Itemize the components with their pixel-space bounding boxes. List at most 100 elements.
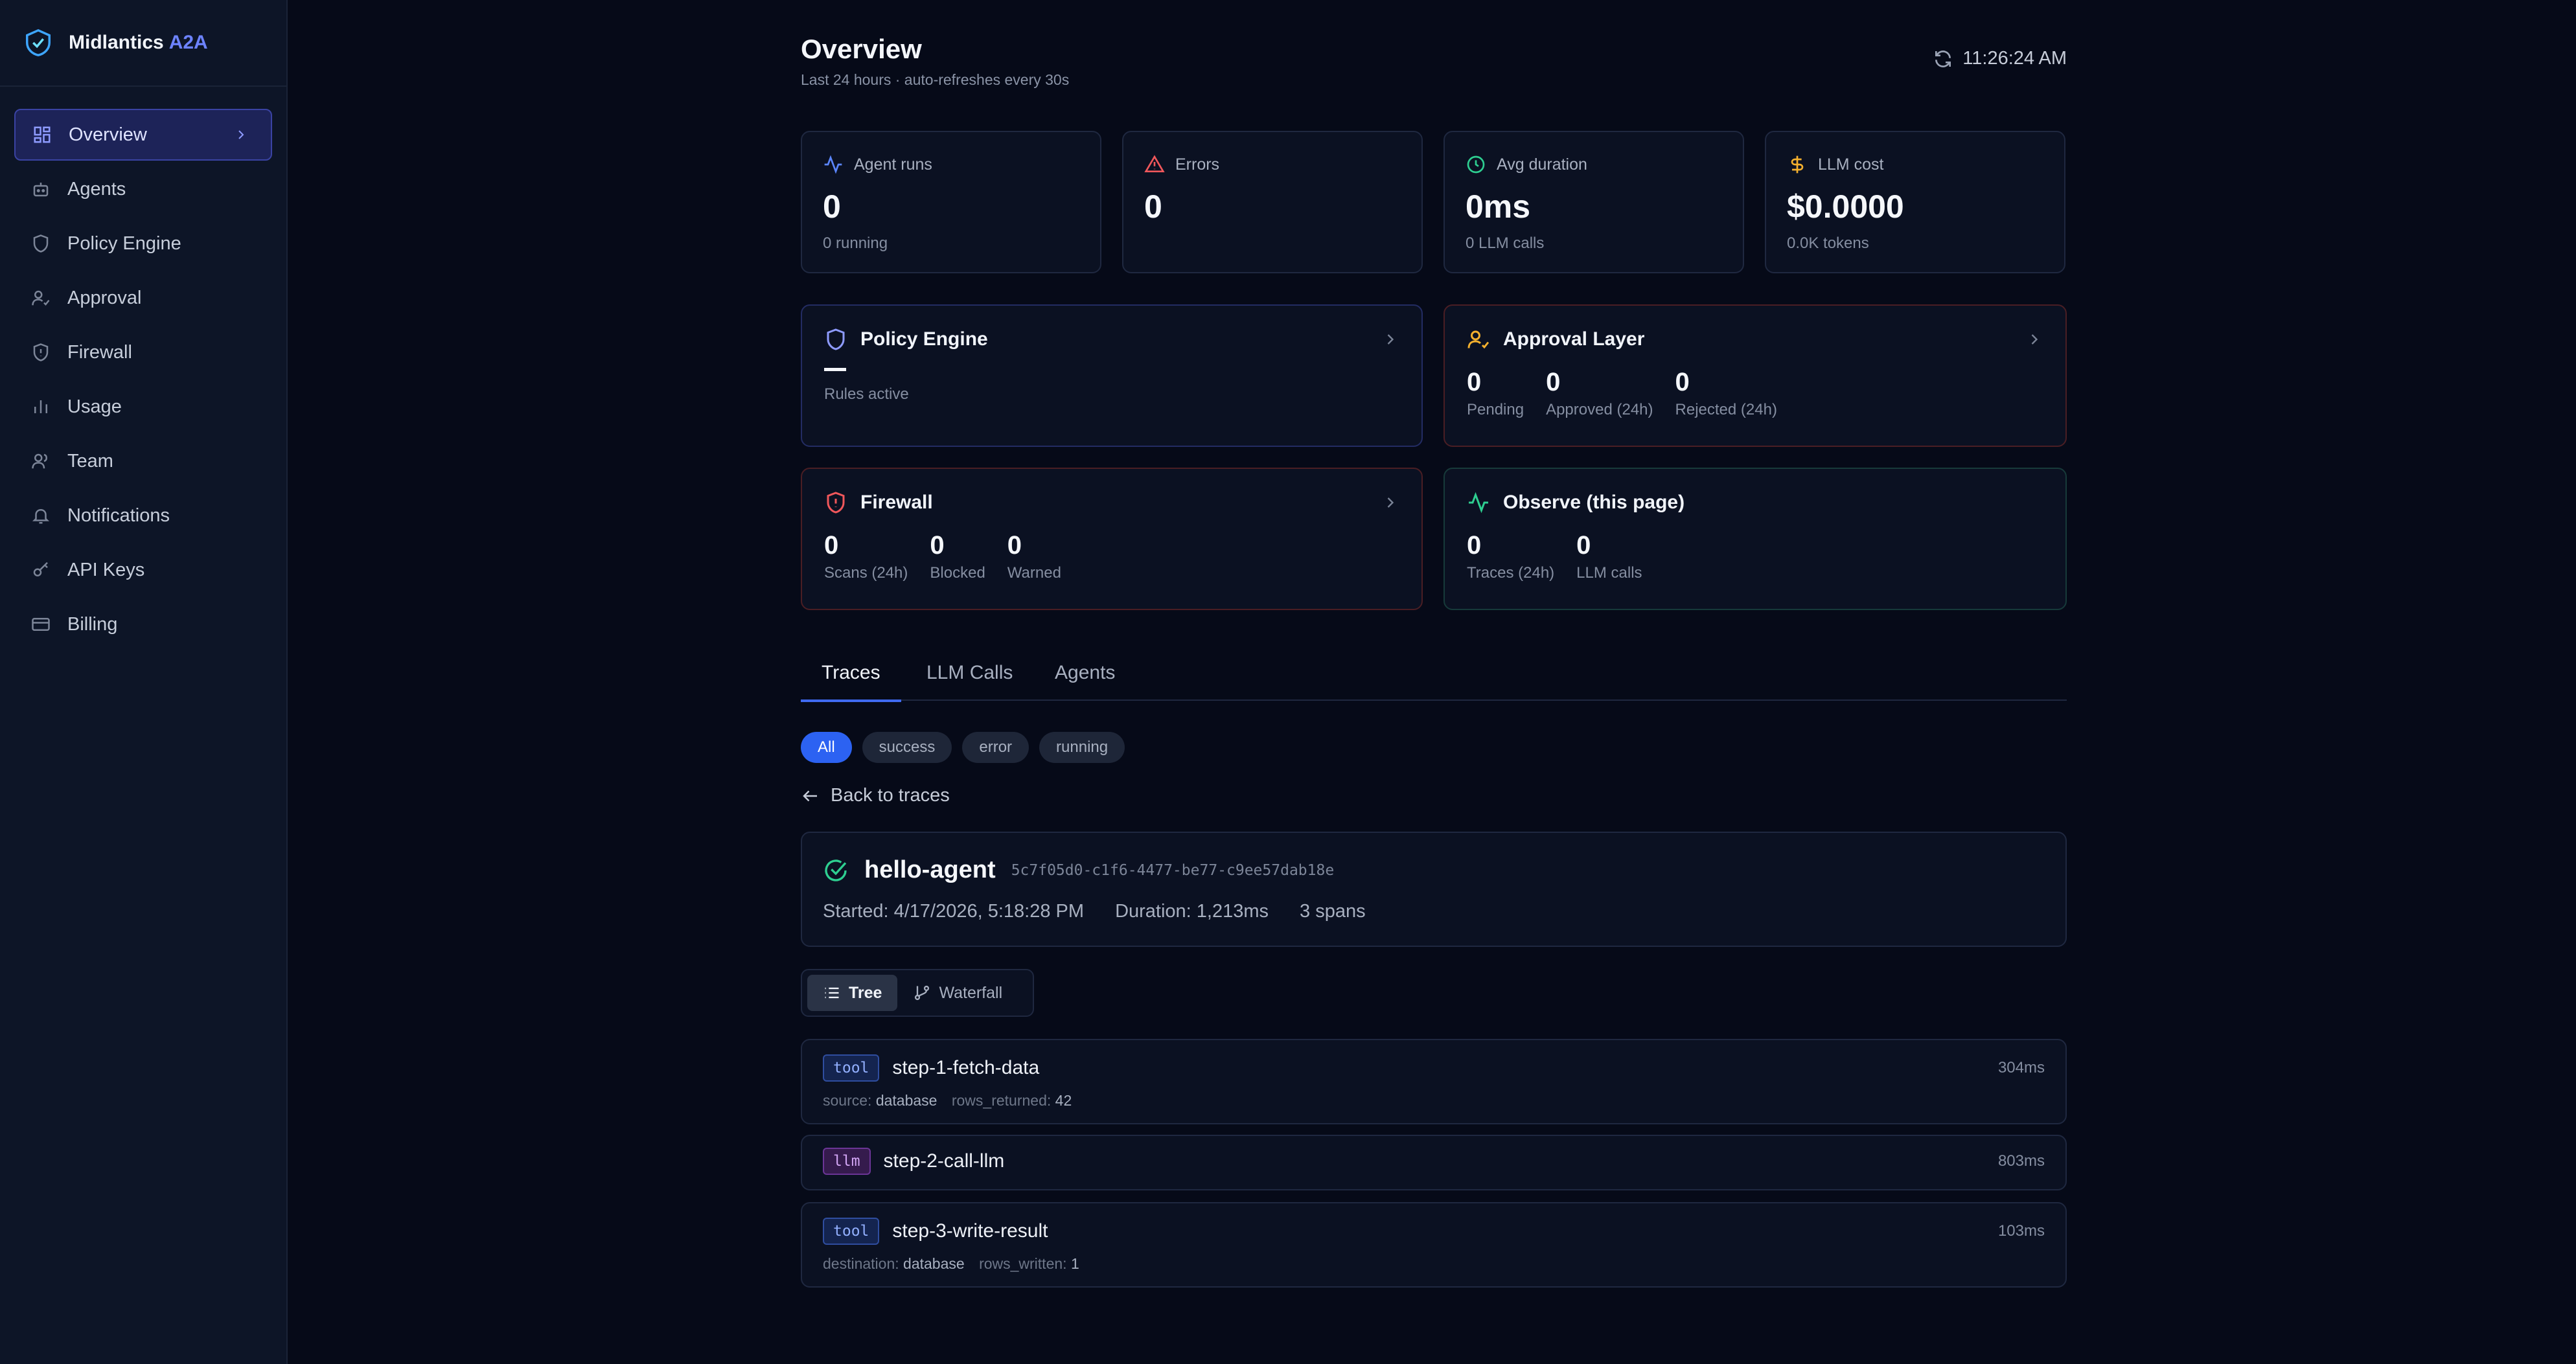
view-waterfall-button[interactable]: Waterfall — [897, 975, 1018, 1011]
rejected-count: 0 — [1675, 368, 1690, 396]
span-row[interactable]: tool step-3-write-result 103ms destinati… — [801, 1202, 2067, 1288]
sidebar-item-policy-engine[interactable]: Policy Engine — [14, 218, 272, 269]
chevron-right-icon — [1387, 497, 1394, 508]
status-filters: All success error running — [801, 732, 1135, 763]
last-refresh-time: 11:26:24 AM — [1962, 48, 2067, 69]
span-name: step-3-write-result — [892, 1220, 1048, 1242]
sidebar-item-label: Usage — [67, 396, 122, 417]
stat-label: LLM cost — [1818, 155, 1884, 174]
trace-span-count: 3 spans — [1300, 901, 1366, 922]
approved-label: Approved (24h) — [1546, 401, 1653, 418]
sidebar-item-label: Team — [67, 450, 113, 472]
sidebar-item-label: Overview — [69, 124, 147, 145]
tab-bar: Traces LLM Calls Agents — [801, 648, 2067, 702]
sidebar-item-approval[interactable]: Approval — [14, 272, 272, 324]
sidebar-item-api-keys[interactable]: API Keys — [14, 544, 272, 596]
user-check-icon — [1467, 330, 1489, 349]
stat-label: Avg duration — [1497, 155, 1587, 174]
sidebar-item-label: API Keys — [67, 559, 145, 580]
page-title: Overview — [801, 34, 922, 64]
pending-count: 0 — [1467, 368, 1482, 396]
meta-value: database — [875, 1092, 937, 1109]
stat-card-llm-cost: LLM cost $0.0000 0.0K tokens — [1765, 131, 2065, 273]
span-row[interactable]: llm step-2-call-llm 803ms — [801, 1135, 2067, 1190]
shield-icon — [827, 328, 845, 350]
shield-icon — [33, 234, 49, 253]
card-title: Firewall — [860, 492, 933, 513]
scans-count: 0 — [824, 531, 839, 560]
back-label: Back to traces — [831, 785, 950, 806]
arrow-left-icon — [803, 790, 817, 801]
scans-label: Scans (24h) — [824, 564, 908, 582]
shield-alert-icon — [827, 492, 845, 514]
rejected-label: Rejected (24h) — [1675, 401, 1777, 418]
bar-chart-icon — [34, 400, 47, 413]
filter-error[interactable]: error — [962, 732, 1029, 763]
chevron-right-icon — [238, 130, 244, 139]
sidebar-nav: Overview Agents Policy Engine Approval F… — [0, 87, 286, 650]
sidebar-item-overview[interactable]: Overview — [14, 109, 272, 161]
trace-id: 5c7f05d0-c1f6-4477-be77-c9ee57dab18e — [1011, 861, 1335, 879]
observe-card: Observe (this page) 0 Traces (24h) 0 LLM c… — [1443, 468, 2067, 610]
pending-label: Pending — [1467, 401, 1524, 418]
filter-all[interactable]: All — [801, 732, 852, 763]
span-duration: 304ms — [1997, 1059, 2045, 1076]
sidebar-item-label: Approval — [67, 287, 142, 308]
span-duration: 803ms — [1997, 1152, 2045, 1170]
blocked-label: Blocked — [930, 564, 985, 582]
filter-running[interactable]: running — [1039, 732, 1125, 763]
span-kind-badge: llm — [823, 1148, 871, 1175]
tab-agents[interactable]: Agents — [1055, 662, 1115, 699]
users-icon — [32, 453, 48, 469]
sidebar-item-billing[interactable]: Billing — [14, 598, 272, 650]
user-check-icon — [32, 290, 50, 306]
traces-count: 0 — [1467, 531, 1482, 560]
check-circle-icon — [825, 859, 847, 881]
stat-label: Errors — [1175, 155, 1220, 174]
blocked-count: 0 — [930, 531, 945, 560]
sidebar-item-notifications[interactable]: Notifications — [14, 490, 272, 541]
trace-duration: Duration: 1,213ms — [1115, 901, 1269, 922]
git-branch-icon — [915, 985, 930, 1001]
policy-engine-card[interactable]: Policy Engine Rules active — [801, 304, 1423, 447]
span-meta: destination: database rows_written: 1 — [823, 1255, 2045, 1273]
chevron-right-icon — [1387, 334, 1394, 345]
stat-card-agent-runs: Agent runs 0 0 running — [801, 131, 1101, 273]
refresh-clock[interactable]: 11:26:24 AM — [1933, 48, 2067, 69]
stat-card-errors: Errors 0 — [1122, 131, 1423, 273]
span-name: step-2-call-llm — [883, 1150, 1005, 1172]
view-toggle: Tree Waterfall — [801, 969, 1034, 1017]
waterfall-label: Waterfall — [939, 983, 1003, 1002]
robot-icon — [33, 183, 49, 197]
brand[interactable]: Midlantics A2A — [0, 0, 286, 87]
alert-triangle-icon — [1144, 155, 1165, 172]
stat-card-avg-duration: Avg duration 0ms 0 LLM calls — [1443, 131, 1744, 273]
tab-traces[interactable]: Traces — [801, 662, 901, 702]
tab-llm-calls[interactable]: LLM Calls — [926, 662, 1013, 699]
sidebar-item-agents[interactable]: Agents — [14, 163, 272, 215]
sidebar: Midlantics A2A Overview Agents Policy Eng… — [0, 0, 288, 1364]
sidebar-item-team[interactable]: Team — [14, 435, 272, 487]
approval-layer-card[interactable]: Approval Layer 0 Pending 0 Approved (24h) … — [1443, 304, 2067, 447]
span-row[interactable]: tool step-1-fetch-data 304ms source: dat… — [801, 1039, 2067, 1124]
credit-card-icon — [32, 618, 50, 631]
activity-icon — [824, 155, 842, 174]
warned-count: 0 — [1007, 531, 1022, 560]
chevron-right-icon — [2031, 334, 2038, 345]
traces-label: Traces (24h) — [1467, 564, 1555, 582]
page-subtitle: Last 24 hours · auto-refreshes every 30s — [801, 71, 1070, 88]
firewall-card[interactable]: Firewall 0 Scans (24h) 0 Blocked 0 Warned — [801, 468, 1423, 610]
card-title: Policy Engine — [860, 328, 988, 350]
rules-active-label: Rules active — [824, 385, 909, 403]
warned-label: Warned — [1007, 564, 1061, 582]
sidebar-item-firewall[interactable]: Firewall — [14, 326, 272, 378]
dashboard-icon — [34, 126, 51, 143]
stat-sub: 0.0K tokens — [1787, 234, 1869, 252]
sidebar-item-usage[interactable]: Usage — [14, 381, 272, 433]
shield-alert-icon — [33, 343, 49, 361]
stat-sub: 0 running — [823, 234, 888, 252]
filter-success[interactable]: success — [862, 732, 952, 763]
view-tree-button[interactable]: Tree — [807, 975, 898, 1011]
back-to-traces-link[interactable]: Back to traces — [801, 785, 950, 806]
meta-value: 1 — [1070, 1255, 1079, 1272]
